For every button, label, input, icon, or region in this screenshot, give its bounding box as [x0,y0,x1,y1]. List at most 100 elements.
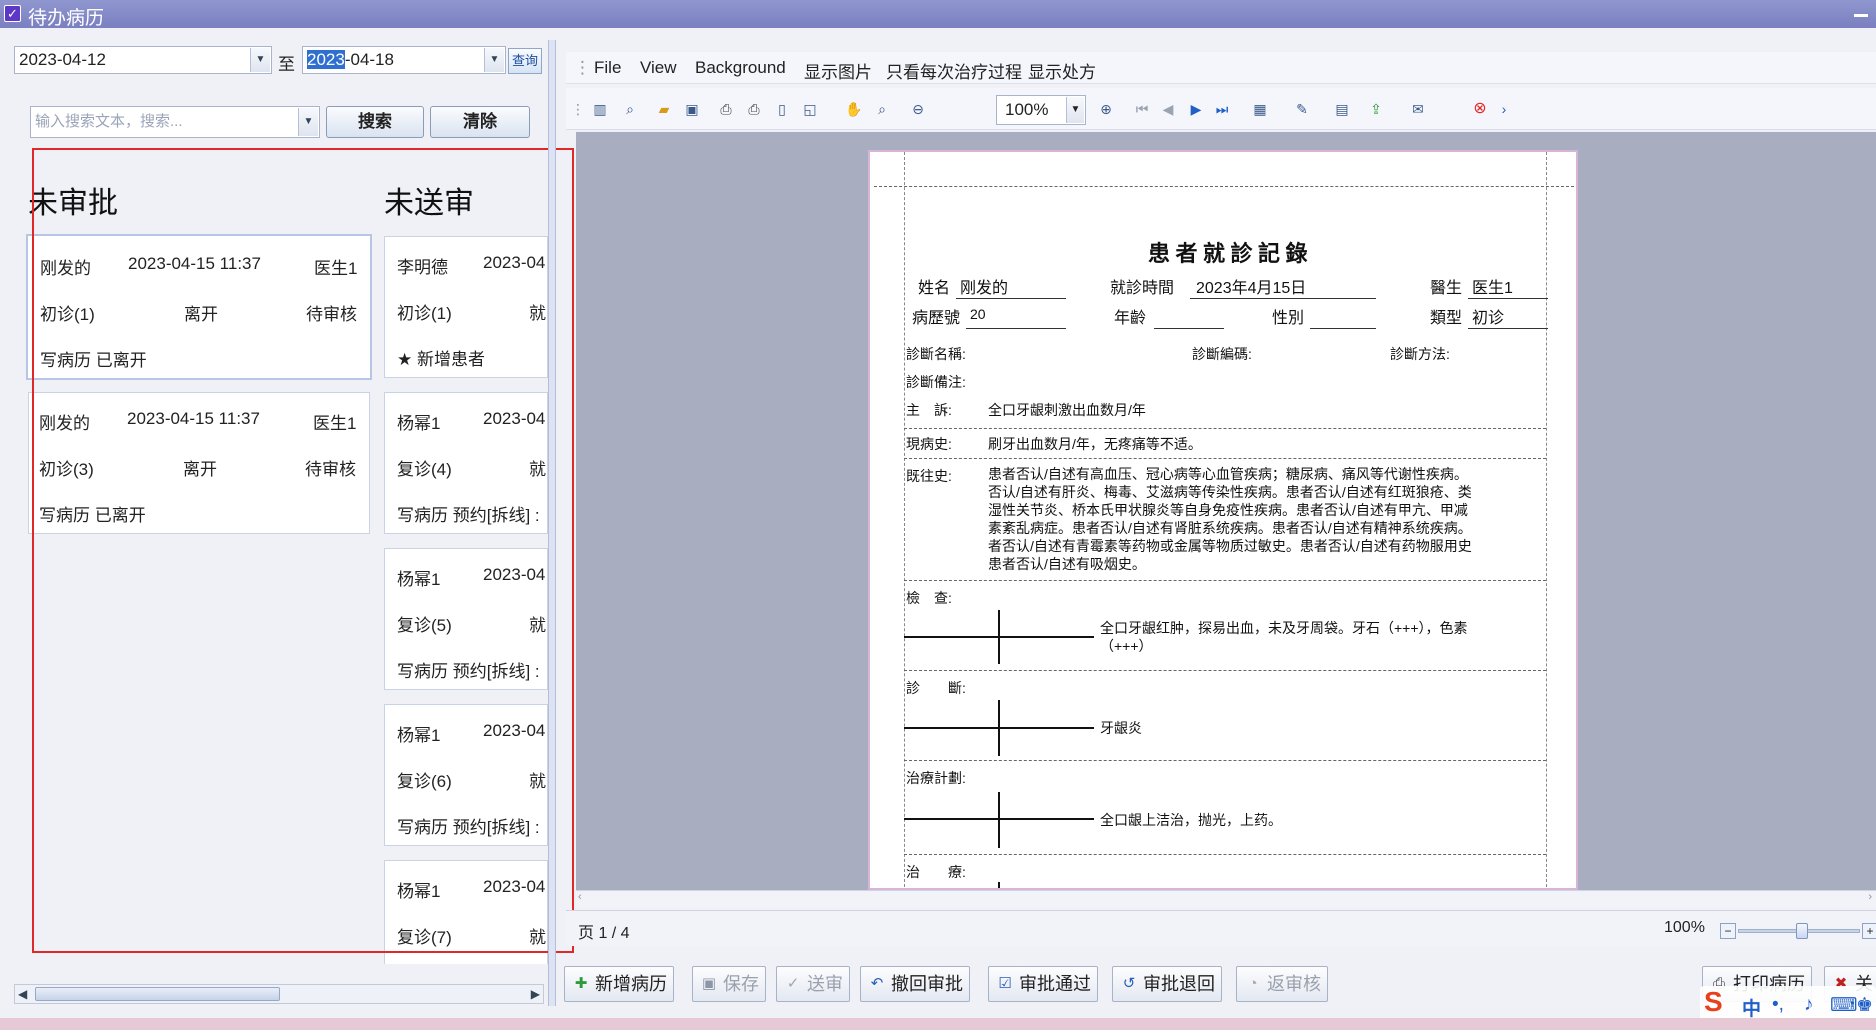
keyboard-icon[interactable]: ⌨ [1830,994,1857,1017]
past-line: 患者否认/自述有吸烟史。 [988,556,1146,572]
past-line: 素紊乱病症。患者否认/自述有肾脏系统疾病。患者否认/自述有精神系统疾病。 [988,520,1472,536]
past-line: 否认/自述有肝炎、梅毒、艾滋病等传染性疾病。患者否认/自述有红斑狼疮、类 [988,484,1472,500]
tooth-chart-line [998,610,1000,664]
print-icon[interactable]: ⎙ [716,101,736,117]
back-review-button[interactable]: ◔ 返审核 [1236,966,1328,1002]
chief-text: 全口牙龈刺激出血数月/年 [988,402,1146,418]
patient-name-value: 刚发的 [960,280,1009,297]
date-to-label: 至 [278,55,295,74]
diag-text: 牙龈炎 [1100,720,1142,736]
approve-button[interactable]: ☑ 审批通过 [988,966,1098,1002]
menu-treatment-only[interactable]: 只看每次治疗过程 [886,58,1022,83]
age-label: 年齡 [1114,310,1147,327]
zoom-slider-knob[interactable] [1796,923,1808,939]
send-review-icon: ✓ [786,975,800,992]
save-icon[interactable]: ▣ [682,101,702,117]
tooth-chart-line [998,700,1000,756]
chevron-down-icon[interactable]: ▼ [298,108,318,136]
withdraw-approval-button[interactable]: ↶ 撤回审批 [860,966,970,1002]
search-input[interactable]: 输入搜索文本，搜索... ▼ [30,106,320,138]
next-page-icon[interactable]: ▶ [1186,101,1206,117]
chevron-down-icon[interactable]: ▼ [484,48,504,72]
open-folder-icon[interactable]: ▰ [654,101,674,117]
date-from-combo[interactable]: 2023-04-12 ▼ [14,46,272,74]
new-record-button[interactable]: ✚ 新增病历 [564,966,674,1002]
underline [1310,328,1376,329]
magnifier-icon[interactable]: ⌕ [872,101,892,117]
export-icon[interactable]: ⇪ [1366,101,1386,117]
scroll-left-icon[interactable]: ◀ [18,985,27,1003]
email-icon[interactable]: ✉ [1408,101,1428,117]
underline [966,328,1066,329]
scroll-right-icon[interactable]: › [1868,891,1872,903]
page-margin-line [904,152,905,888]
menu-view[interactable]: View [640,58,677,78]
color-icon[interactable]: ✎ [1292,101,1312,117]
previous-page-icon[interactable]: ◀ [1158,101,1178,117]
zoom-slider[interactable]: − + [1720,923,1876,939]
approve-icon: ☑ [998,975,1012,992]
page-setup-icon[interactable]: ▯ [772,101,792,117]
scroll-thumb[interactable] [35,987,280,1001]
save-button[interactable]: ▣ 保存 [692,966,766,1002]
hand-icon[interactable]: ✋ [844,101,864,117]
preview-horizontal-scrollbar[interactable]: ‹ › [576,890,1876,908]
multipage-icon[interactable]: ▦ [1250,101,1270,117]
return-approval-button[interactable]: ↺ 审批退回 [1112,966,1222,1002]
menu-background[interactable]: Background [695,58,786,78]
zoom-out-icon[interactable]: ⊖ [908,101,928,117]
diag-code-label: 診斷編碼: [1192,346,1252,362]
page-margin-line [1546,152,1547,888]
scroll-right-icon[interactable]: ▶ [531,985,540,1003]
chevron-down-icon[interactable]: ▼ [1066,97,1084,123]
punctuation-icon[interactable]: •, [1772,994,1784,1016]
highlight-box [32,148,574,953]
menu-show-images[interactable]: 显示图片 [804,58,872,83]
title-bar: ✓ 待办病历 [0,0,1876,29]
quick-print-icon[interactable]: ⎙ [744,101,764,117]
section-divider [904,580,1546,581]
horizontal-scrollbar[interactable]: ◀ ▶ [14,984,544,1004]
plan-text: 全口龈上洁治，抛光，上药。 [1100,812,1282,828]
treat-label: 治 療: [906,864,966,880]
past-line: 者否认/自述有青霉素等药物或金属等物质过敏史。患者否认/自述有药物服用史 [988,538,1472,554]
layout-icon[interactable]: ▥ [590,101,610,117]
first-page-icon[interactable]: ⏮ [1132,101,1152,117]
query-button[interactable]: 查询 [508,48,542,74]
chevron-down-icon[interactable]: ▼ [250,48,270,72]
date-to-combo[interactable]: 2023-04-18 ▼ [302,46,506,74]
more-icon[interactable]: › [1494,101,1514,117]
zoom-in-icon[interactable]: ⊕ [1096,101,1116,117]
ime-mode-icon[interactable]: 中 [1742,994,1761,1021]
page-indicator: 页 1 / 4 [578,925,630,942]
find-icon[interactable]: ⌕ [620,101,640,117]
section-divider [904,458,1546,459]
underline [1154,328,1224,329]
microphone-icon[interactable]: ♪ [1804,994,1814,1016]
minimize-button[interactable] [1854,14,1868,17]
menu-file[interactable]: File [594,58,621,78]
window-title: 待办病历 [28,8,105,29]
scroll-left-icon[interactable]: ‹ [578,891,582,903]
clear-button[interactable]: 清除 [430,106,530,138]
search-button[interactable]: 搜索 [326,106,424,138]
section-divider [904,760,1546,761]
present-text: 刷牙出血数月/年，无疼痛等不适。 [988,436,1202,452]
menu-show-prescription[interactable]: 显示处方 [1028,58,1096,83]
zoom-plus-icon[interactable]: + [1862,923,1876,939]
viewer-toolbar: ⋮ ▥ ⌕ ▰ ▣ ⎙ ⎙ ▯ ◱ ✋ ⌕ ⊖ ⊕ ⏮ ◀ ▶ ⏭ ▦ ✎ ▤ … [566,88,1876,130]
last-page-icon[interactable]: ⏭ [1212,101,1232,117]
scale-icon[interactable]: ◱ [800,101,820,117]
date-to-selected: 2023 [307,50,345,69]
document-icon[interactable]: ▤ [1332,101,1352,117]
shirt-icon[interactable]: ♚ [1856,994,1873,1017]
send-review-button[interactable]: ✓ 送审 [776,966,850,1002]
past-label: 既往史: [906,468,952,484]
panel-splitter[interactable] [548,40,556,1006]
close-preview-icon[interactable]: ⊗ [1470,101,1490,117]
diag-note-label: 診斷備注: [906,374,966,390]
back-review-icon: ◔ [1248,975,1258,992]
zoom-minus-icon[interactable]: − [1720,923,1736,939]
exam-text: （+++） [1100,638,1153,654]
zoom-combo[interactable]: 100% ▼ [996,95,1086,125]
